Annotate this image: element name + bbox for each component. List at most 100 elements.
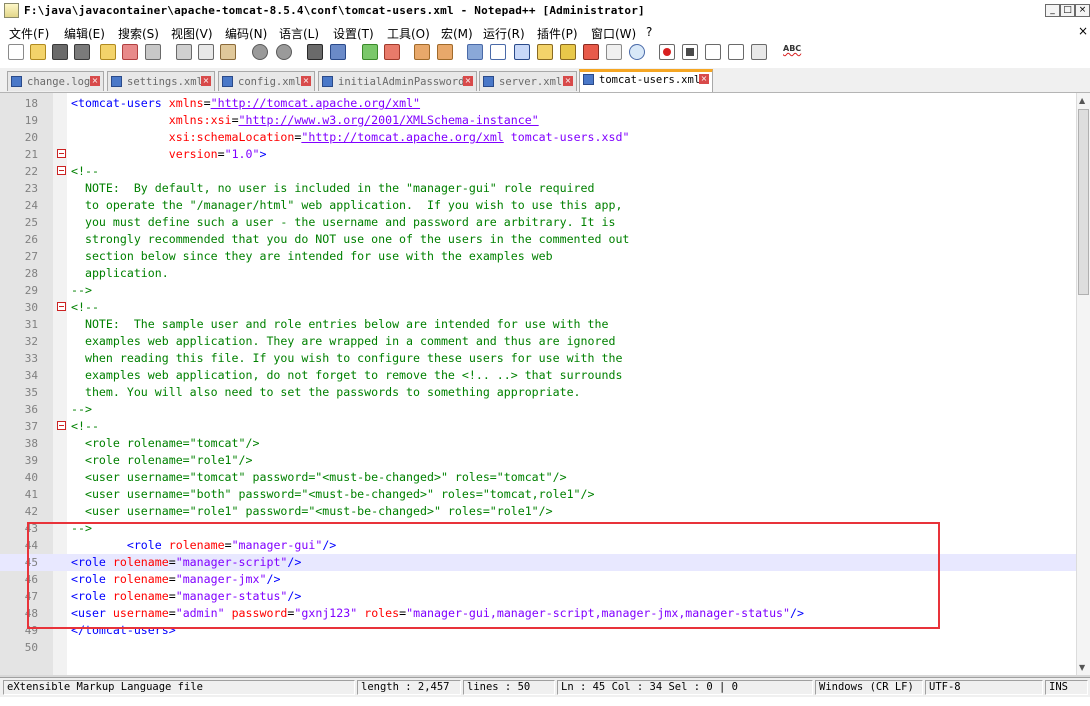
tab-config-xml[interactable]: config.xml × (218, 71, 315, 91)
code-line[interactable]: 32 examples web application. They are wr… (0, 333, 1076, 350)
stop-macro-icon[interactable] (682, 44, 698, 60)
menu-file[interactable]: 文件(F) (9, 25, 49, 42)
tab-close-icon[interactable]: × (463, 76, 473, 86)
code-line[interactable]: 31 NOTE: The sample user and role entrie… (0, 316, 1076, 333)
sync-horizontal-icon[interactable] (437, 44, 453, 60)
scrollbar-thumb[interactable] (1078, 109, 1089, 295)
tab-close-icon[interactable]: × (563, 76, 573, 86)
code-line[interactable]: 34 examples web application, do not forg… (0, 367, 1076, 384)
code-line[interactable]: 25 you must define such a user - the use… (0, 214, 1076, 231)
menu-encoding[interactable]: 编码(N) (225, 25, 267, 42)
code-line[interactable]: 50 (0, 639, 1076, 656)
code-line[interactable]: 38 <role rolename="tomcat"/> (0, 435, 1076, 452)
maximize-button[interactable]: □ (1060, 4, 1075, 17)
tab-close-icon[interactable]: × (699, 74, 709, 84)
scroll-down-icon[interactable]: ▼ (1079, 663, 1085, 672)
code-line[interactable]: 18 <tomcat-users xmlns="http://tomcat.apa… (0, 95, 1076, 112)
menu-plugins[interactable]: 插件(P) (537, 25, 578, 42)
vertical-scrollbar[interactable]: ▲ ▼ (1076, 93, 1090, 675)
close-all-icon[interactable] (122, 44, 138, 60)
indent-guide-icon[interactable] (514, 44, 530, 60)
code-line[interactable]: 26 strongly recommended that you do NOT … (0, 231, 1076, 248)
menu-language[interactable]: 语言(L) (279, 25, 319, 42)
close-doc-icon[interactable]: × (1078, 24, 1088, 38)
replace-icon[interactable] (330, 44, 346, 60)
show-all-chars-icon[interactable] (490, 44, 506, 60)
tab-initial-admin-password[interactable]: initialAdminPassword × (318, 71, 477, 91)
code-line[interactable]: 27 section below since they are intended… (0, 248, 1076, 265)
doc-switcher-icon[interactable] (606, 44, 622, 60)
code-text: when reading this file. If you wish to c… (71, 351, 623, 365)
status-eol[interactable]: Windows (CR LF) (815, 680, 923, 695)
fold-toggle-icon[interactable] (57, 149, 66, 158)
run-macro-multiple-icon[interactable] (728, 44, 744, 60)
spell-check-icon[interactable]: ABC (783, 44, 801, 60)
code-line[interactable]: 40 <user username="tomcat" password="<mu… (0, 469, 1076, 486)
print-icon[interactable] (145, 44, 161, 60)
save-macro-icon[interactable] (751, 44, 767, 60)
tab-close-icon[interactable]: × (90, 76, 100, 86)
code-line[interactable]: 24 to operate the "/manager/html" web ap… (0, 197, 1076, 214)
find-icon[interactable] (307, 44, 323, 60)
fold-toggle-icon[interactable] (57, 302, 66, 311)
close-window-button[interactable]: × (1075, 4, 1090, 17)
scroll-up-icon[interactable]: ▲ (1079, 96, 1085, 105)
code-line[interactable]: 41 <user username="both" password="<must… (0, 486, 1076, 503)
code-line[interactable]: 37 <!-- (0, 418, 1076, 435)
code-line[interactable]: 35 them. You will also need to set the p… (0, 384, 1076, 401)
redo-icon[interactable] (276, 44, 292, 60)
new-file-icon[interactable] (8, 44, 24, 60)
close-icon[interactable] (100, 44, 116, 60)
doc-map-icon[interactable] (537, 44, 553, 60)
code-line[interactable]: 22 <!-- (0, 163, 1076, 180)
zoom-out-icon[interactable] (384, 44, 400, 60)
code-text: <user username="tomcat" password="<must-… (71, 470, 567, 484)
code-line[interactable]: 36 --> (0, 401, 1076, 418)
tab-tomcat-users-xml[interactable]: tomcat-users.xml × (579, 69, 713, 92)
word-wrap-icon[interactable] (467, 44, 483, 60)
menu-edit[interactable]: 编辑(E) (64, 25, 105, 42)
menu-tools[interactable]: 工具(O) (387, 25, 430, 42)
window-title: F:\java\javacontainer\apache-tomcat-8.5.… (24, 4, 645, 17)
code-line[interactable]: 39 <role rolename="role1"/> (0, 452, 1076, 469)
folder-workspace-icon[interactable] (583, 44, 599, 60)
code-line[interactable]: 19 xmlns:xsi="http://www.w3.org/2001/XML… (0, 112, 1076, 129)
monitor-icon[interactable] (629, 44, 645, 60)
play-macro-icon[interactable] (705, 44, 721, 60)
menu-run[interactable]: 运行(R) (483, 25, 525, 42)
code-line[interactable]: 23 NOTE: By default, no user is included… (0, 180, 1076, 197)
save-icon[interactable] (52, 44, 68, 60)
minimize-button[interactable]: _ (1045, 4, 1060, 17)
tab-close-icon[interactable]: × (201, 76, 211, 86)
menu-settings[interactable]: 设置(T) (333, 25, 374, 42)
copy-icon[interactable] (198, 44, 214, 60)
menu-search[interactable]: 搜索(S) (118, 25, 159, 42)
code-line[interactable]: 29 --> (0, 282, 1076, 299)
fold-toggle-icon[interactable] (57, 421, 66, 430)
cut-icon[interactable] (176, 44, 192, 60)
code-line[interactable]: 42 <user username="role1" password="<mus… (0, 503, 1076, 520)
undo-icon[interactable] (252, 44, 268, 60)
code-line[interactable]: 21 version="1.0"> (0, 146, 1076, 163)
record-macro-icon[interactable] (659, 44, 675, 60)
menu-macro[interactable]: 宏(M) (441, 25, 473, 42)
tab-change-log[interactable]: change.log × (7, 71, 104, 91)
menu-view[interactable]: 视图(V) (171, 25, 213, 42)
tab-server-xml[interactable]: server.xml × (479, 71, 577, 91)
menu-window[interactable]: 窗口(W) (591, 25, 636, 42)
open-file-icon[interactable] (30, 44, 46, 60)
code-line[interactable]: 30 <!-- (0, 299, 1076, 316)
save-all-icon[interactable] (74, 44, 90, 60)
code-line[interactable]: 28 application. (0, 265, 1076, 282)
code-line[interactable]: 20 xsi:schemaLocation="http://tomcat.apa… (0, 129, 1076, 146)
menu-help[interactable]: ? (646, 25, 652, 39)
code-line[interactable]: 33 when reading this file. If you wish t… (0, 350, 1076, 367)
sync-vertical-icon[interactable] (414, 44, 430, 60)
paste-icon[interactable] (220, 44, 236, 60)
tab-close-icon[interactable]: × (301, 76, 311, 86)
fold-toggle-icon[interactable] (57, 166, 66, 175)
status-encoding[interactable]: UTF-8 (925, 680, 1043, 695)
function-list-icon[interactable] (560, 44, 576, 60)
zoom-in-icon[interactable] (362, 44, 378, 60)
tab-settings-xml[interactable]: settings.xml × (107, 71, 215, 91)
